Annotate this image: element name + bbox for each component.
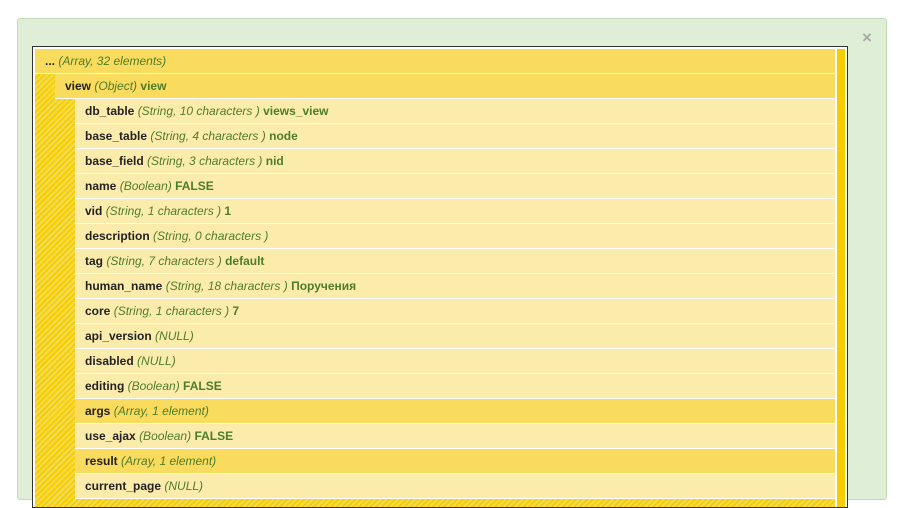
node-name: ... <box>45 54 56 68</box>
debug-message-panel: × ... (Array, 32 elements) view (Object)… <box>17 18 887 508</box>
node-name: db_table <box>85 104 135 118</box>
tree-node-description: description (String, 0 characters ) <box>75 224 835 249</box>
node-name: view <box>65 79 92 93</box>
node-name: base_field <box>85 154 144 168</box>
node-type: (NULL) <box>155 329 194 343</box>
node-value: FALSE <box>175 179 214 193</box>
node-value: 7 <box>232 304 240 318</box>
node-name: api_version <box>85 329 152 343</box>
node-name: tag <box>85 254 103 268</box>
node-type: (Array, 1 element) <box>121 454 217 468</box>
tree-node-vid: vid (String, 1 characters ) 1 <box>75 199 835 224</box>
node-type: (NULL) <box>137 354 176 368</box>
node-type: (Boolean) <box>119 179 172 193</box>
node-type: (Object) <box>94 79 138 93</box>
node-type: (String, 18 characters ) <box>165 279 288 293</box>
node-value: Поручения <box>291 279 357 293</box>
tree-node-args[interactable]: args (Array, 1 element) <box>75 399 835 424</box>
node-value: nid <box>265 154 284 168</box>
krumo-scroll-rail <box>837 49 845 507</box>
tree-node-disabled: disabled (NULL) <box>75 349 835 374</box>
node-type: (Boolean) <box>139 429 192 443</box>
node-type: (String, 3 characters ) <box>147 154 263 168</box>
node-name: use_ajax <box>85 429 136 443</box>
tree-node-root[interactable]: ... (Array, 32 elements) <box>35 49 835 74</box>
tree-node-db-table: db_table (String, 10 characters ) views_… <box>75 99 835 124</box>
tree-node-api-version: api_version (NULL) <box>75 324 835 349</box>
node-name: result <box>85 454 118 468</box>
node-name: args <box>85 404 111 418</box>
node-type: (Boolean) <box>127 379 180 393</box>
node-name: current_page <box>85 479 162 493</box>
node-type: (NULL) <box>164 479 204 493</box>
node-name: vid <box>85 204 103 218</box>
tree-node-core: core (String, 1 characters ) 7 <box>75 299 835 324</box>
node-type: (String, 1 characters ) <box>113 304 230 318</box>
node-name: core <box>85 304 111 318</box>
node-value: FALSE <box>194 429 234 443</box>
node-name: editing <box>85 379 125 393</box>
tree-node-name: name (Boolean) FALSE <box>75 174 835 199</box>
node-value: FALSE <box>183 379 222 393</box>
node-type: (String, 7 characters ) <box>106 254 222 268</box>
krumo-tree: ... (Array, 32 elements) view (Object) v… <box>32 46 848 508</box>
tree-node-editing: editing (Boolean) FALSE <box>75 374 835 399</box>
krumo-tree-body: ... (Array, 32 elements) view (Object) v… <box>35 49 835 507</box>
tree-node-base-field: base_field (String, 3 characters ) nid <box>75 149 835 174</box>
node-type: (String, 0 characters ) <box>153 229 269 243</box>
node-name: human_name <box>85 279 163 293</box>
node-value: view <box>140 79 167 93</box>
tree-node-human-name: human_name (String, 18 characters ) Пору… <box>75 274 835 299</box>
tree-node-view[interactable]: view (Object) view <box>55 74 835 99</box>
node-name: base_table <box>85 129 148 143</box>
node-name: disabled <box>85 354 134 368</box>
node-type: (String, 4 characters ) <box>150 129 266 143</box>
node-type: (Array, 32 elements) <box>58 54 167 68</box>
node-type: (String, 1 characters ) <box>105 204 222 218</box>
node-type: (String, 10 characters ) <box>137 104 260 118</box>
node-name: name <box>85 179 117 193</box>
tree-node-result[interactable]: result (Array, 1 element) <box>75 449 835 474</box>
node-value: node <box>269 129 298 143</box>
tree-node-tag: tag (String, 7 characters ) default <box>75 249 835 274</box>
node-value: 1 <box>224 204 232 218</box>
node-name: description <box>85 229 150 243</box>
node-value: views_view <box>263 104 329 118</box>
tree-node-use-ajax: use_ajax (Boolean) FALSE <box>75 424 835 449</box>
close-icon[interactable]: × <box>860 29 874 46</box>
tree-node-base-table: base_table (String, 4 characters ) node <box>75 124 835 149</box>
node-value: default <box>225 254 265 268</box>
node-type: (Array, 1 element) <box>113 404 209 418</box>
